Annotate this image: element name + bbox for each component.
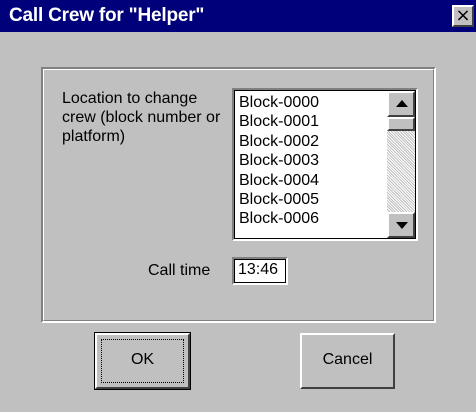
location-label: Location to change crew (block number or… xyxy=(62,90,221,145)
cancel-button[interactable]: Cancel xyxy=(300,333,395,389)
listbox-scrollbar[interactable] xyxy=(387,91,415,238)
scroll-thumb[interactable] xyxy=(387,117,415,131)
focus-rect xyxy=(101,339,184,383)
list-item[interactable]: Block-0001 xyxy=(239,112,389,131)
call-time-label: Call time xyxy=(148,262,211,279)
list-item[interactable]: Block-0002 xyxy=(239,132,389,151)
cancel-button-label: Cancel xyxy=(322,351,373,368)
call-time-input[interactable]: 13:46 xyxy=(232,257,288,285)
arrow-up-icon xyxy=(396,100,408,107)
list-item[interactable]: Block-0003 xyxy=(239,151,389,170)
ok-button[interactable]: OK xyxy=(94,332,191,390)
list-item[interactable]: Block-0006 xyxy=(239,209,389,228)
location-list-items: Block-0000 Block-0001 Block-0002 Block-0… xyxy=(239,93,389,229)
arrow-down-icon xyxy=(396,222,408,229)
title-bar[interactable]: Call Crew for "Helper" × xyxy=(0,0,476,32)
list-item[interactable]: Block-0004 xyxy=(239,171,389,190)
list-item[interactable]: Block-0005 xyxy=(239,190,389,209)
call-crew-dialog: Call Crew for "Helper" × Location to cha… xyxy=(0,0,476,412)
scroll-down-button[interactable] xyxy=(387,212,415,238)
close-button[interactable]: × xyxy=(452,5,474,27)
dialog-title: Call Crew for "Helper" xyxy=(9,5,205,26)
list-item[interactable]: Block-0000 xyxy=(239,93,389,112)
close-icon: × xyxy=(455,5,471,26)
scroll-up-button[interactable] xyxy=(387,91,415,117)
